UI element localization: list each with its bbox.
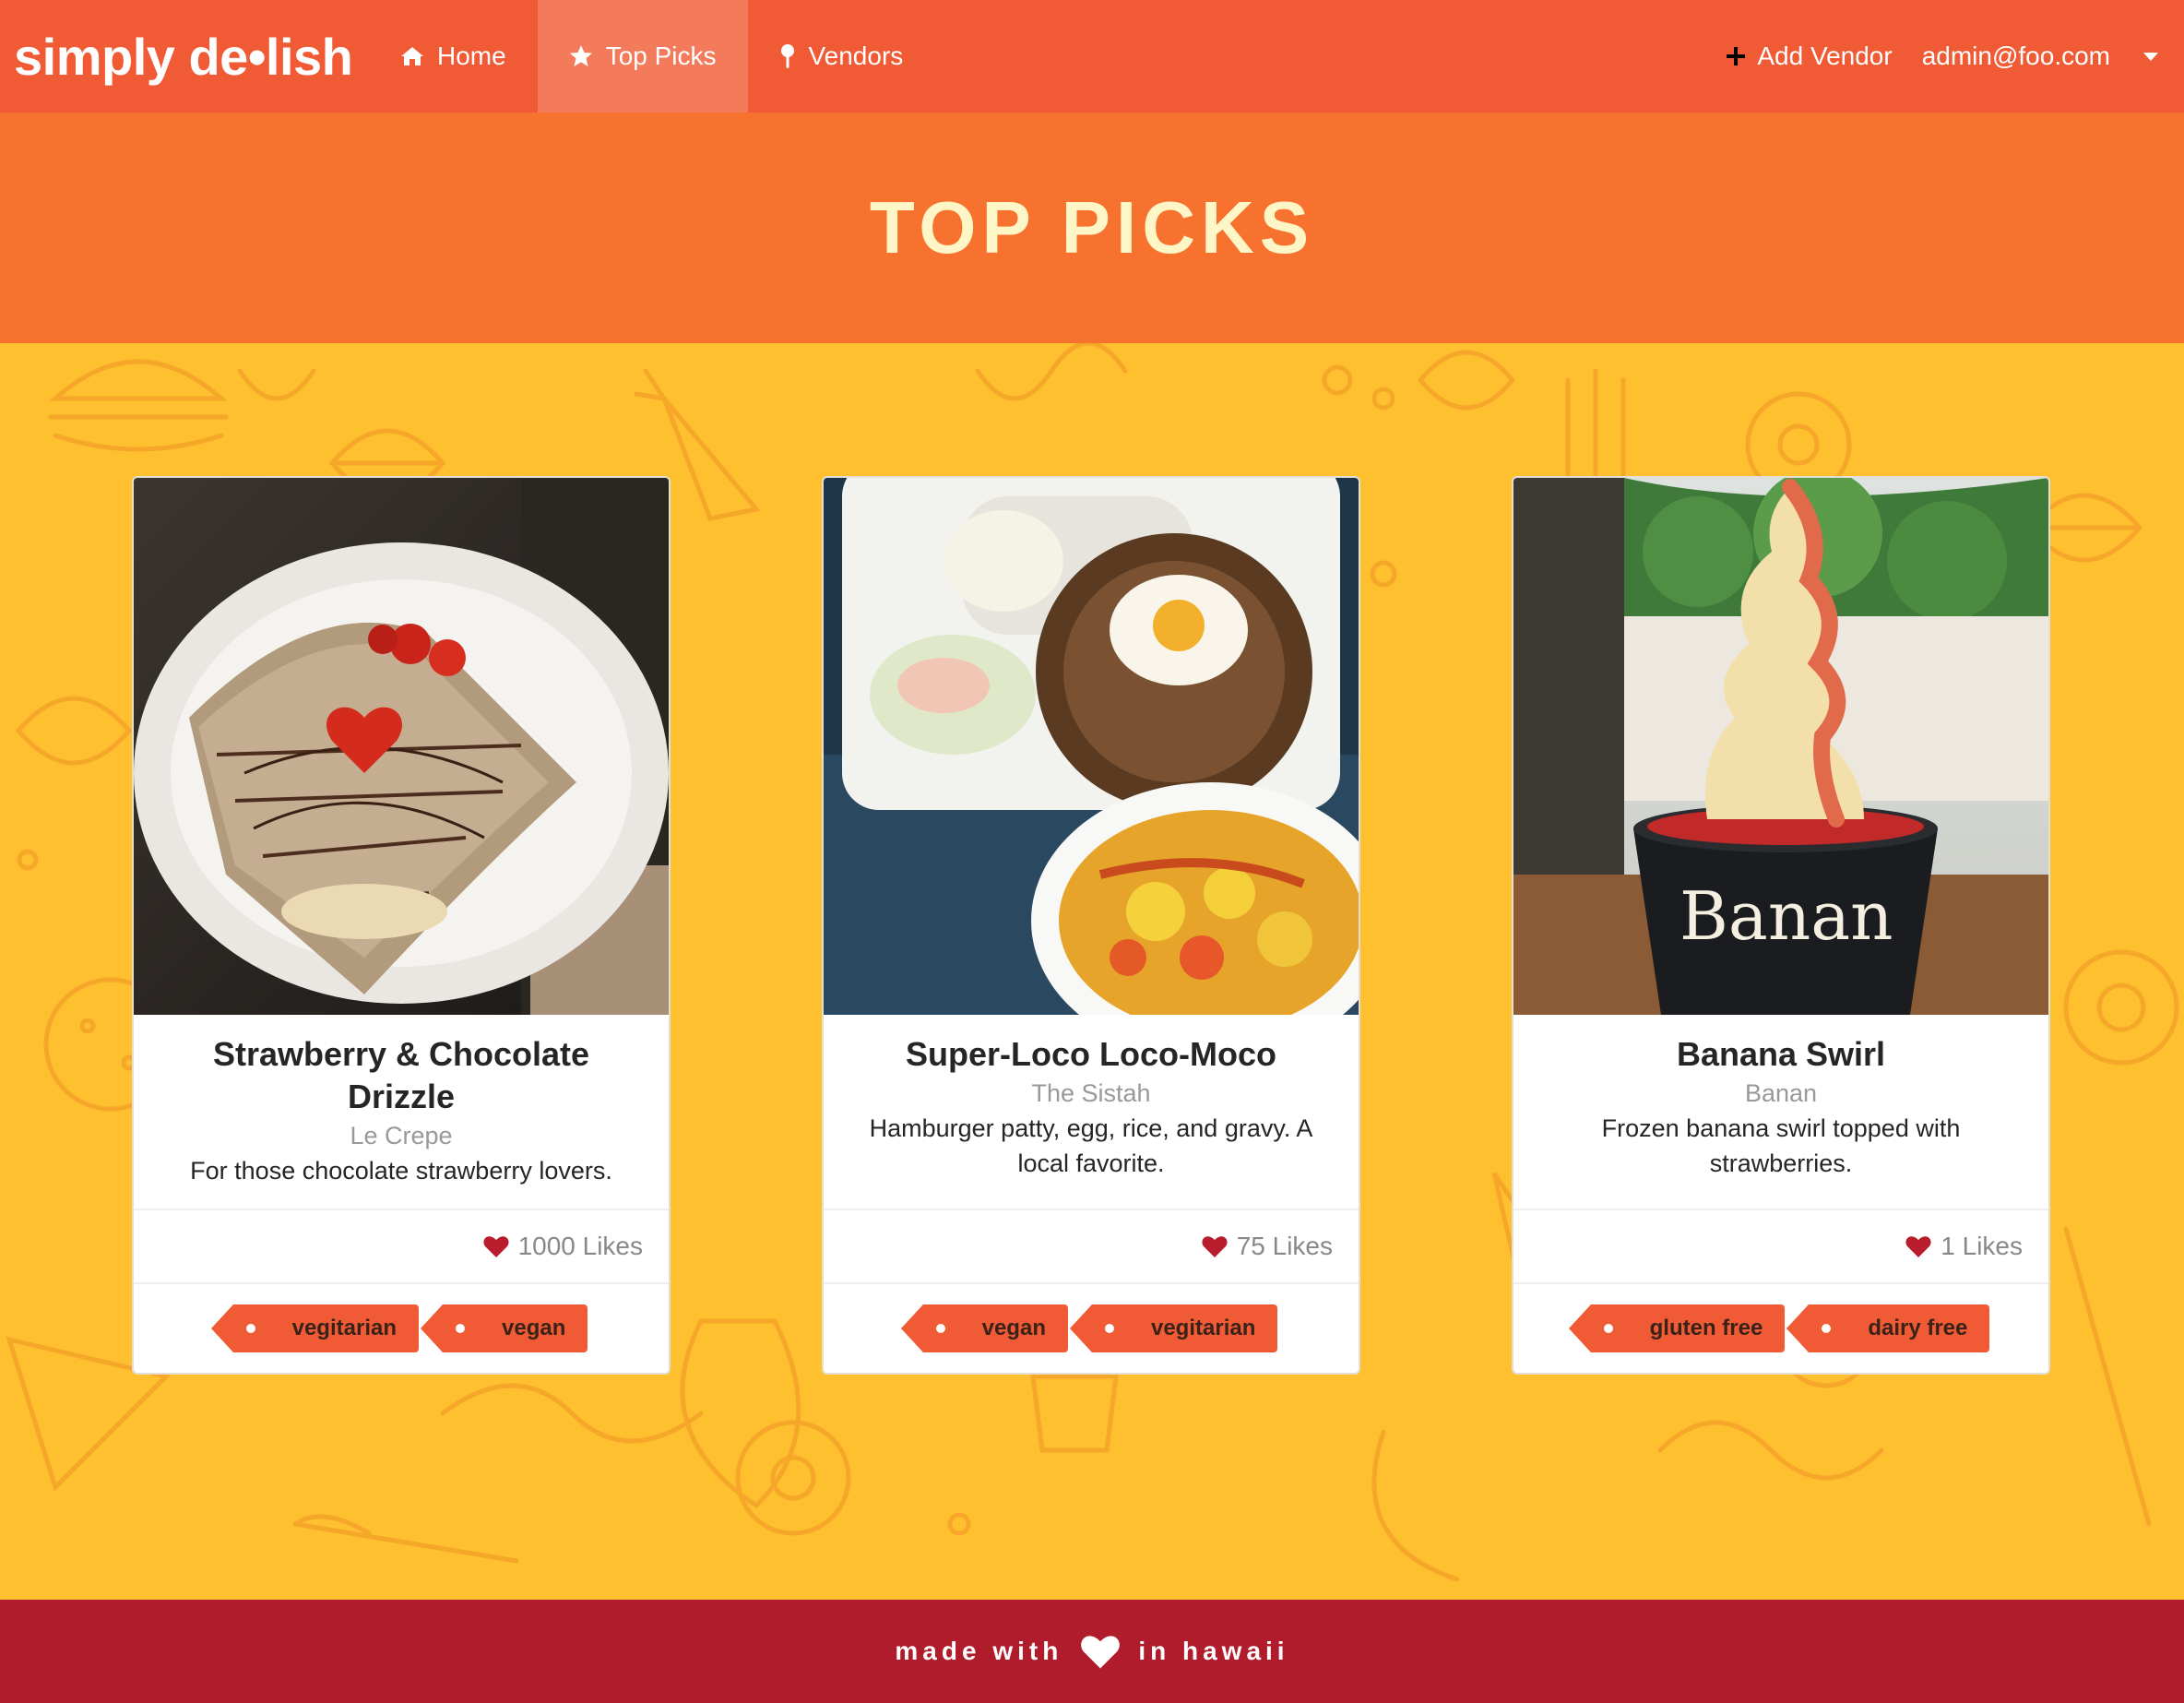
nav-home-label: Home — [437, 42, 506, 70]
star-icon — [569, 45, 592, 66]
food-image-loco-moco — [824, 478, 1359, 1015]
card-tags: vegan vegitarian — [824, 1284, 1359, 1373]
tag[interactable]: vegitarian — [1069, 1304, 1278, 1352]
card-vendor[interactable]: Le Crepe — [156, 1118, 647, 1153]
heart-icon — [1905, 1236, 1931, 1257]
navbar: simply de•lish Home Top Picks Vendors Ad… — [0, 0, 2184, 113]
user-email: admin@foo.com — [1921, 42, 2110, 70]
card-title: Super-Loco Loco-Moco — [906, 1035, 1276, 1073]
card-description: Hamburger patty, egg, rice, and gravy. A… — [869, 1114, 1313, 1177]
card-description: For those chocolate strawberry lovers. — [190, 1157, 612, 1185]
home-icon — [401, 47, 423, 66]
page-title: TOP PICKS — [869, 186, 1315, 268]
food-card[interactable]: Strawberry & Chocolate Drizzle Le Crepe … — [132, 476, 671, 1375]
food-card[interactable]: Super-Loco Loco-Moco The Sistah Hamburge… — [822, 476, 1360, 1375]
card-title: Strawberry & Chocolate Drizzle — [212, 1035, 590, 1115]
tag[interactable]: vegan — [900, 1304, 1068, 1352]
nav-vendors[interactable]: Vendors — [748, 0, 935, 113]
card-description: Frozen banana swirl topped with strawber… — [1601, 1114, 1961, 1177]
card-likes[interactable]: 1 Likes — [1513, 1210, 2048, 1284]
add-vendor-link[interactable]: Add Vendor — [1726, 0, 1921, 113]
footer-text-after: in hawaii — [1138, 1637, 1289, 1665]
cup-logo-text: Banan — [1680, 877, 1893, 955]
card-likes[interactable]: 75 Likes — [824, 1210, 1359, 1284]
card-tags: vegitarian vegan — [134, 1284, 669, 1373]
card-tags: gluten free dairy free — [1513, 1284, 2048, 1373]
card-vendor[interactable]: The Sistah — [846, 1076, 1336, 1111]
nav-top-picks[interactable]: Top Picks — [537, 0, 748, 113]
food-image-crepe — [134, 478, 669, 1015]
add-vendor-label: Add Vendor — [1757, 42, 1893, 70]
nav-vendors-label: Vendors — [808, 42, 904, 70]
map-pin-icon — [780, 44, 794, 68]
card-likes[interactable]: 1000 Likes — [134, 1210, 669, 1284]
footer: made with in hawaii — [0, 1600, 2184, 1703]
nav-home[interactable]: Home — [369, 0, 538, 113]
card-vendor[interactable]: Banan — [1536, 1076, 2026, 1111]
heart-icon — [483, 1236, 509, 1257]
tag[interactable]: gluten free — [1568, 1304, 1786, 1352]
page-banner: TOP PICKS — [0, 113, 2184, 343]
caret-down-icon — [2143, 52, 2158, 61]
tag[interactable]: dairy free — [1786, 1304, 1990, 1352]
likes-count: 75 Likes — [1236, 1232, 1333, 1260]
heart-icon — [1081, 1636, 1121, 1669]
likes-count: 1000 Likes — [517, 1232, 643, 1260]
user-menu-dropdown[interactable]: admin@foo.com — [1922, 0, 2184, 113]
card-title: Banana Swirl — [1676, 1035, 1886, 1073]
footer-text-before: made with — [895, 1637, 1063, 1665]
nav-top-picks-label: Top Picks — [605, 42, 717, 70]
tag[interactable]: vegan — [420, 1304, 588, 1352]
heart-icon — [1202, 1236, 1228, 1257]
food-image-banana-swirl: Banan — [1513, 478, 2048, 1015]
plus-icon — [1727, 47, 1746, 66]
food-card[interactable]: Banan Banana Swirl Banan Frozen banana s… — [1512, 476, 2050, 1375]
brand-logo[interactable]: simply de•lish — [0, 27, 369, 87]
tag[interactable]: vegitarian — [210, 1304, 419, 1352]
likes-count: 1 Likes — [1941, 1232, 2023, 1260]
